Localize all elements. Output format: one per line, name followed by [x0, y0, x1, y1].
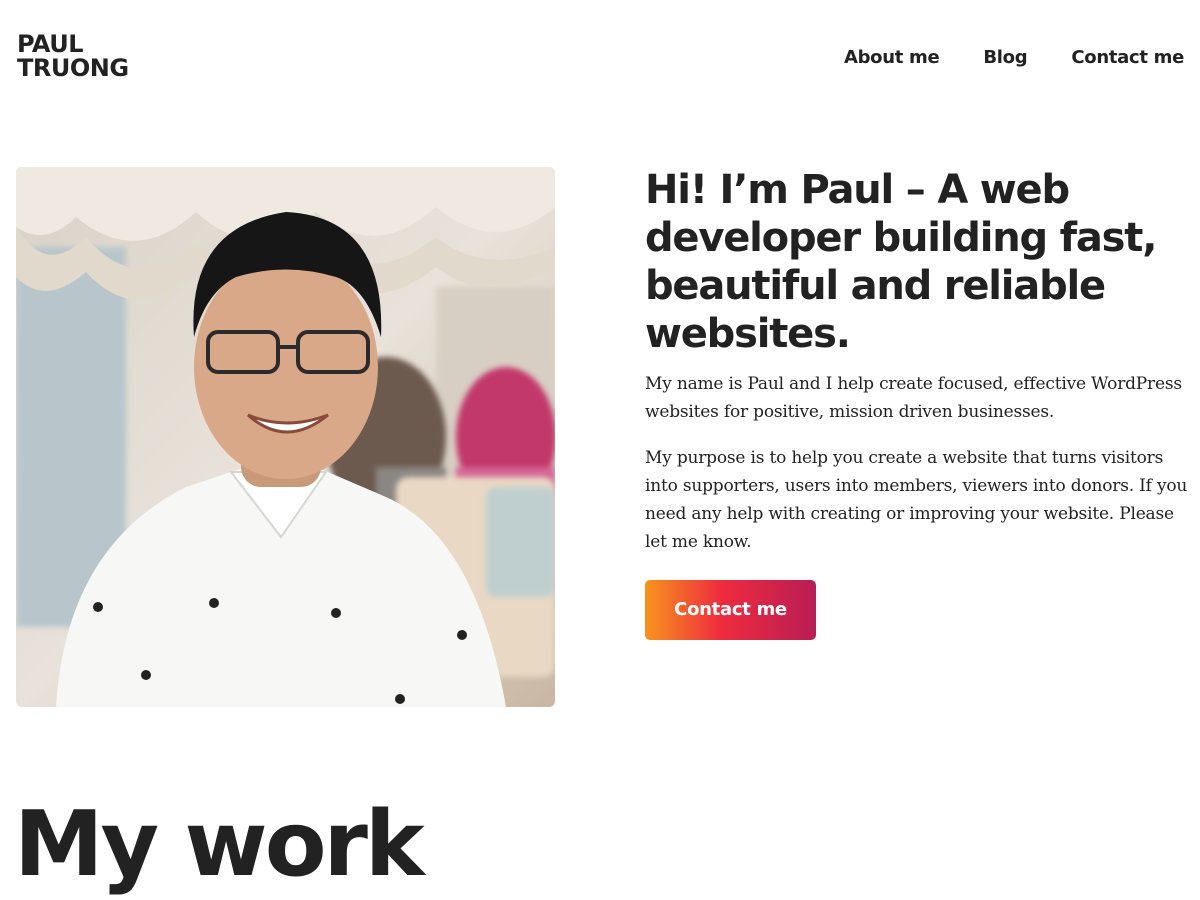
portrait-photo-illustration	[16, 167, 555, 707]
contact-me-button[interactable]: Contact me	[645, 580, 816, 640]
nav-link-contact-me[interactable]: Contact me	[1071, 46, 1184, 70]
logo-line-1: PAUL	[17, 30, 84, 58]
nav-link-blog[interactable]: Blog	[983, 46, 1027, 70]
logo-line-2: TRUONG	[17, 54, 129, 82]
my-work-heading: My work	[14, 792, 425, 897]
hero-paragraph-1: My name is Paul and I help create focuse…	[645, 374, 1182, 422]
nav-link-about-me[interactable]: About me	[844, 46, 940, 70]
hero-intro: Hi! I’m Paul – A web developer building …	[645, 166, 1190, 640]
site-header: PAUL TRUONG About me Blog Contact me	[0, 0, 1200, 120]
hero-paragraph-2: My purpose is to help you create a websi…	[645, 448, 1188, 552]
profile-photo	[16, 167, 555, 707]
hero-heading: Hi! I’m Paul – A web developer building …	[645, 167, 1157, 357]
main-nav: About me Blog Contact me	[844, 46, 1184, 70]
site-logo[interactable]: PAUL TRUONG	[17, 32, 129, 80]
